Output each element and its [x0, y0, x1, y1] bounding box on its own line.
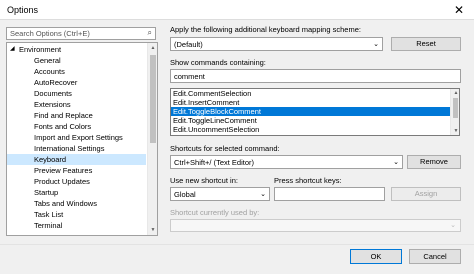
scroll-thumb[interactable]: [150, 55, 156, 143]
options-tree: ◢ Environment General Accounts AutoRecov…: [6, 42, 158, 236]
shortcuts-dropdown[interactable]: Ctrl+Shift+/ (Text Editor) ⌄: [170, 155, 403, 169]
tree-item-label: Terminal: [34, 221, 63, 230]
tree-item[interactable]: Product Updates: [7, 176, 146, 187]
tree-item-label: Accounts: [34, 67, 65, 76]
tree-item[interactable]: Preview Features: [7, 165, 146, 176]
scroll-up-icon[interactable]: ▲: [452, 89, 459, 97]
chevron-down-icon: ⌄: [260, 191, 266, 198]
tree-item[interactable]: Documents: [7, 88, 146, 99]
tree-item-label: Task List: [34, 210, 64, 219]
tree-item-label: International Settings: [34, 144, 105, 153]
tree-item-label: Extensions: [34, 100, 71, 109]
ok-button[interactable]: OK: [350, 249, 402, 264]
scheme-value: (Default): [174, 40, 203, 49]
search-icon[interactable]: ⌕: [148, 28, 152, 38]
reset-button[interactable]: Reset: [391, 37, 461, 51]
tree-item-label: Startup: [34, 188, 59, 197]
tree-item[interactable]: Startup: [7, 187, 146, 198]
scheme-dropdown[interactable]: (Default) ⌄: [170, 37, 383, 51]
list-item[interactable]: Edit.UncommentSelection: [171, 125, 451, 134]
assign-button[interactable]: Assign: [391, 187, 461, 201]
tree-item[interactable]: Find and Replace: [7, 110, 146, 121]
title-bar: Options ✕: [0, 0, 474, 20]
tree-item-label: Fonts and Colors: [34, 122, 92, 131]
tree-item-label: Find and Replace: [34, 111, 93, 120]
chevron-down-icon: ⌄: [450, 222, 456, 229]
tree-item[interactable]: Tabs and Windows: [7, 198, 146, 209]
show-commands-label: Show commands containing:: [170, 58, 266, 67]
tree-item[interactable]: Fonts and Colors: [7, 121, 146, 132]
search-placeholder: Search Options (Ctrl+E): [10, 29, 90, 38]
tree-item-keyboard[interactable]: Keyboard: [7, 154, 146, 165]
close-icon[interactable]: ✕: [444, 0, 474, 20]
scroll-thumb[interactable]: [453, 98, 458, 118]
chevron-down-icon: ⌄: [393, 159, 399, 166]
list-item-selected[interactable]: Edit.ToggleBlockComment: [171, 107, 451, 116]
scroll-down-icon[interactable]: ▼: [452, 127, 459, 135]
tree-item[interactable]: Extensions: [7, 99, 146, 110]
use-shortcut-label: Use new shortcut in:: [170, 176, 238, 185]
tree-item[interactable]: General: [7, 55, 146, 66]
tree-item-label: Product Updates: [34, 177, 90, 186]
use-shortcut-value: Global: [174, 190, 196, 199]
list-item[interactable]: Edit.ToggleLineComment: [171, 116, 451, 125]
scheme-label: Apply the following additional keyboard …: [170, 25, 361, 34]
footer-bar: OK Cancel: [0, 244, 474, 274]
scroll-down-icon[interactable]: ▼: [149, 226, 157, 234]
use-shortcut-dropdown[interactable]: Global ⌄: [170, 187, 270, 201]
commands-list: Edit.CommentSelection Edit.InsertComment…: [170, 88, 460, 136]
tree-item[interactable]: AutoRecover: [7, 77, 146, 88]
tree-scrollbar[interactable]: ▲ ▼: [147, 43, 157, 235]
press-keys-input[interactable]: [274, 187, 385, 201]
tree-item-label: Import and Export Settings: [34, 133, 123, 142]
tree-node-environment[interactable]: ◢ Environment: [7, 44, 146, 55]
tree-item-label: AutoRecover: [34, 78, 78, 87]
window-title: Options: [7, 5, 39, 15]
shortcuts-label: Shortcuts for selected command:: [170, 144, 280, 153]
tree-item-label: Documents: [34, 89, 72, 98]
list-item[interactable]: Edit.InsertComment: [171, 98, 451, 107]
scroll-up-icon[interactable]: ▲: [149, 44, 157, 52]
show-commands-input[interactable]: comment: [170, 69, 461, 83]
tree-item-label: Keyboard: [34, 155, 67, 164]
tree-item-label: Preview Features: [34, 166, 93, 175]
tree-item-label: Tabs and Windows: [34, 199, 97, 208]
shortcut-value: Ctrl+Shift+/ (Text Editor): [174, 158, 255, 167]
tree-item-label: General: [34, 56, 61, 65]
chevron-down-icon: ⌄: [373, 41, 379, 48]
tree-item[interactable]: Import and Export Settings: [7, 132, 146, 143]
press-keys-label: Press shortcut keys:: [274, 176, 342, 185]
chevron-down-icon[interactable]: ◢: [10, 44, 15, 55]
currently-used-label: Shortcut currently used by:: [170, 208, 260, 217]
tree-item[interactable]: International Settings: [7, 143, 146, 154]
search-input[interactable]: Search Options (Ctrl+E) ⌕: [6, 27, 156, 40]
tree-item[interactable]: Accounts: [7, 66, 146, 77]
commands-scrollbar[interactable]: ▲ ▼: [450, 89, 459, 135]
tree-item[interactable]: Task List: [7, 209, 146, 220]
cancel-button[interactable]: Cancel: [409, 249, 461, 264]
tree-node-label: Environment: [19, 45, 62, 54]
tree-item[interactable]: Terminal: [7, 220, 146, 231]
remove-button[interactable]: Remove: [407, 155, 461, 169]
currently-used-dropdown: ⌄: [170, 219, 461, 232]
list-item[interactable]: Edit.CommentSelection: [171, 89, 451, 98]
